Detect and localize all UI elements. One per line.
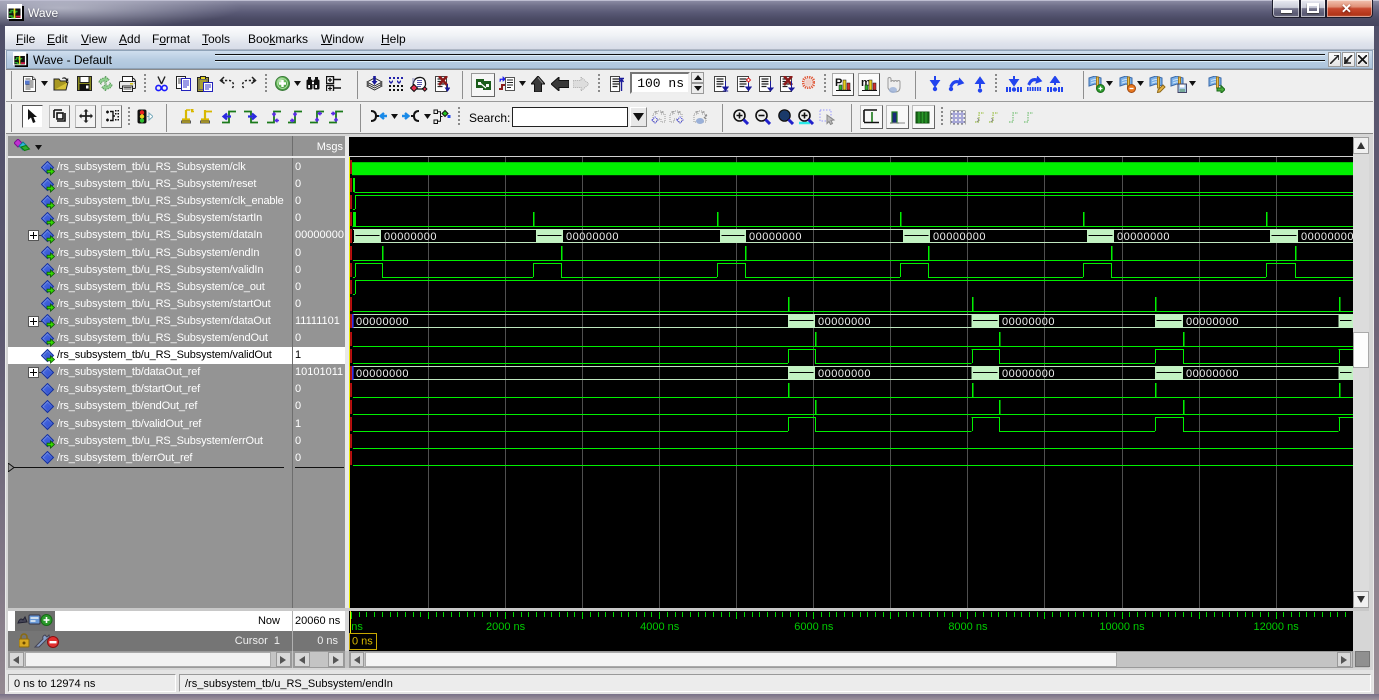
svg-text:00000000: 00000000 <box>566 231 619 243</box>
svg-text:00000000: 00000000 <box>1186 368 1239 380</box>
svg-text:0 ns: 0 ns <box>352 636 373 648</box>
svg-text:00000000: 00000000 <box>818 316 871 328</box>
svg-text:10000 ns: 10000 ns <box>1099 621 1145 633</box>
svg-text:0 ns: 0 ns <box>349 621 363 633</box>
svg-text:6000 ns: 6000 ns <box>794 621 834 633</box>
svg-text:00000000: 00000000 <box>818 368 871 380</box>
svg-text:00000000: 00000000 <box>749 231 802 243</box>
svg-text:12000 ns: 12000 ns <box>1253 621 1299 633</box>
svg-text:00000000: 00000000 <box>1117 231 1170 243</box>
svg-text:00000000: 00000000 <box>933 231 986 243</box>
svg-text:00000000: 00000000 <box>1301 231 1353 243</box>
svg-text:00000000: 00000000 <box>1002 316 1055 328</box>
svg-text:2000 ns: 2000 ns <box>486 621 526 633</box>
svg-text:8000 ns: 8000 ns <box>948 621 988 633</box>
svg-text:00000000: 00000000 <box>1002 368 1055 380</box>
svg-text:4000 ns: 4000 ns <box>640 621 680 633</box>
svg-text:00000000: 00000000 <box>384 231 437 243</box>
svg-text:00000000: 00000000 <box>356 368 409 380</box>
svg-text:00000000: 00000000 <box>1186 316 1239 328</box>
svg-text:00000000: 00000000 <box>356 316 409 328</box>
